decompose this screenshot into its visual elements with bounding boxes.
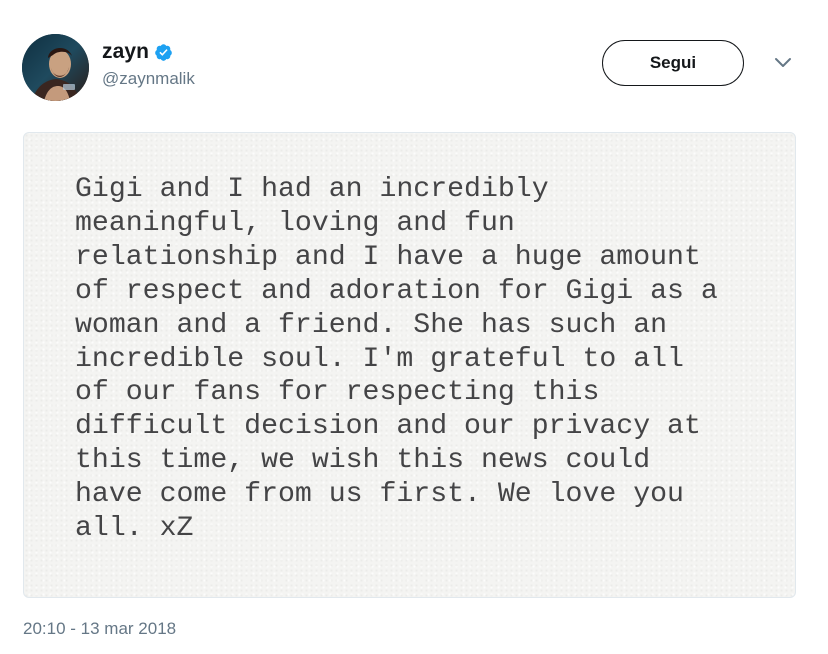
chevron-down-icon[interactable] xyxy=(773,56,793,70)
follow-button[interactable]: Segui xyxy=(602,40,744,86)
tweet-media-image[interactable]: Gigi and I had an incredibly meaningful,… xyxy=(23,132,796,598)
author-handle[interactable]: @zaynmalik xyxy=(102,69,195,89)
statement-line: Gigi and I had an incredibly xyxy=(75,174,549,205)
statement-line: of respect and adoration for Gigi as a xyxy=(75,275,718,307)
statement-line: relationship and I have a huge amount xyxy=(75,241,701,273)
statement-line: woman and a friend. She has such an xyxy=(75,309,668,341)
display-name[interactable]: zayn xyxy=(102,40,149,64)
tweet-timestamp[interactable]: 20:10 - 13 mar 2018 xyxy=(23,619,176,639)
verified-badge-icon xyxy=(155,43,172,61)
display-name-row: zayn xyxy=(102,38,195,66)
profile-photo-image xyxy=(22,34,89,101)
statement-line: difficult decision and our privacy at xyxy=(75,411,701,443)
statement-line: incredible soul. I'm grateful to all xyxy=(75,343,684,375)
tweet-header: zayn @zaynmalik Segui xyxy=(22,34,806,104)
statement-line: meaningful, loving and fun xyxy=(75,207,515,239)
statement-line: of our fans for respecting this xyxy=(75,377,600,409)
author-info: zayn @zaynmalik xyxy=(102,38,195,89)
avatar[interactable] xyxy=(22,34,89,101)
statement-line: this time, we wish this news could xyxy=(75,445,651,477)
statement-line: have come from us first. We love you xyxy=(75,479,684,511)
statement-text: Gigi and I had an incredibly meaningful,… xyxy=(75,173,775,546)
statement-line: all. xZ xyxy=(75,513,194,545)
